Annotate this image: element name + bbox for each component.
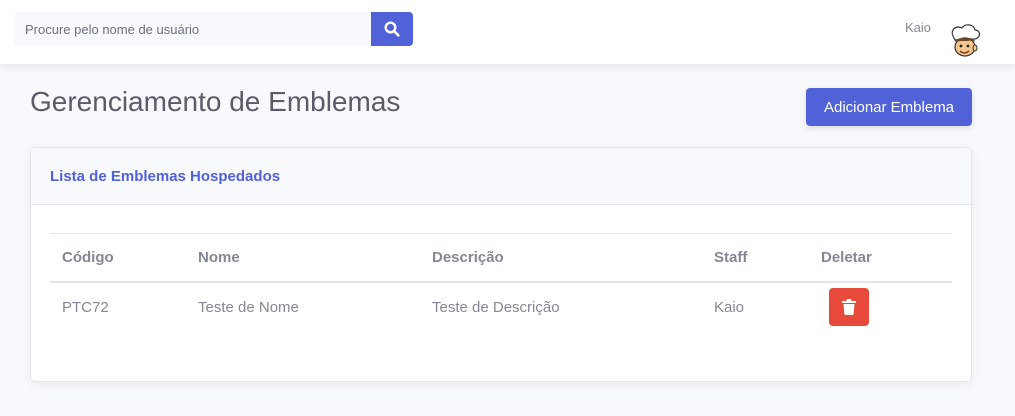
column-header-descricao: Descrição: [432, 248, 504, 266]
add-badge-button[interactable]: Adicionar Emblema: [806, 88, 972, 126]
column-header-nome: Nome: [198, 248, 240, 266]
cell-staff: Kaio: [714, 298, 745, 316]
badges-table: Código Nome Descrição Staff Deletar PTC7…: [50, 233, 952, 332]
avatar[interactable]: [944, 22, 984, 62]
cell-nome: Teste de Nome: [198, 298, 299, 316]
table-row: PTC72 Teste de Nome Teste de Descrição K…: [50, 282, 952, 332]
column-header-staff: Staff: [714, 248, 748, 266]
topbar: Kaio: [0, 0, 1015, 64]
card-title: Lista de Emblemas Hospedados: [50, 167, 281, 185]
page-title: Gerenciamento de Emblemas: [30, 86, 401, 117]
cell-codigo: PTC72: [62, 298, 109, 316]
delete-button[interactable]: [829, 288, 869, 326]
trash-icon: [842, 299, 856, 315]
search-input[interactable]: [14, 12, 371, 46]
cell-delete: [809, 282, 952, 332]
badges-card: Lista de Emblemas Hospedados Código Nome…: [30, 147, 972, 382]
column-header-codigo: Código: [62, 248, 114, 266]
search-icon: [384, 21, 400, 37]
cell-descricao: Teste de Descrição: [432, 298, 560, 316]
table-header-row: Código Nome Descrição Staff Deletar: [50, 233, 952, 282]
card-header: Lista de Emblemas Hospedados: [31, 148, 971, 205]
search-button[interactable]: [371, 12, 413, 46]
badges-table-wrap: Código Nome Descrição Staff Deletar PTC7…: [50, 233, 952, 332]
search-group: [14, 12, 413, 46]
user-name[interactable]: Kaio: [905, 20, 931, 35]
column-header-deletar: Deletar: [821, 248, 872, 266]
